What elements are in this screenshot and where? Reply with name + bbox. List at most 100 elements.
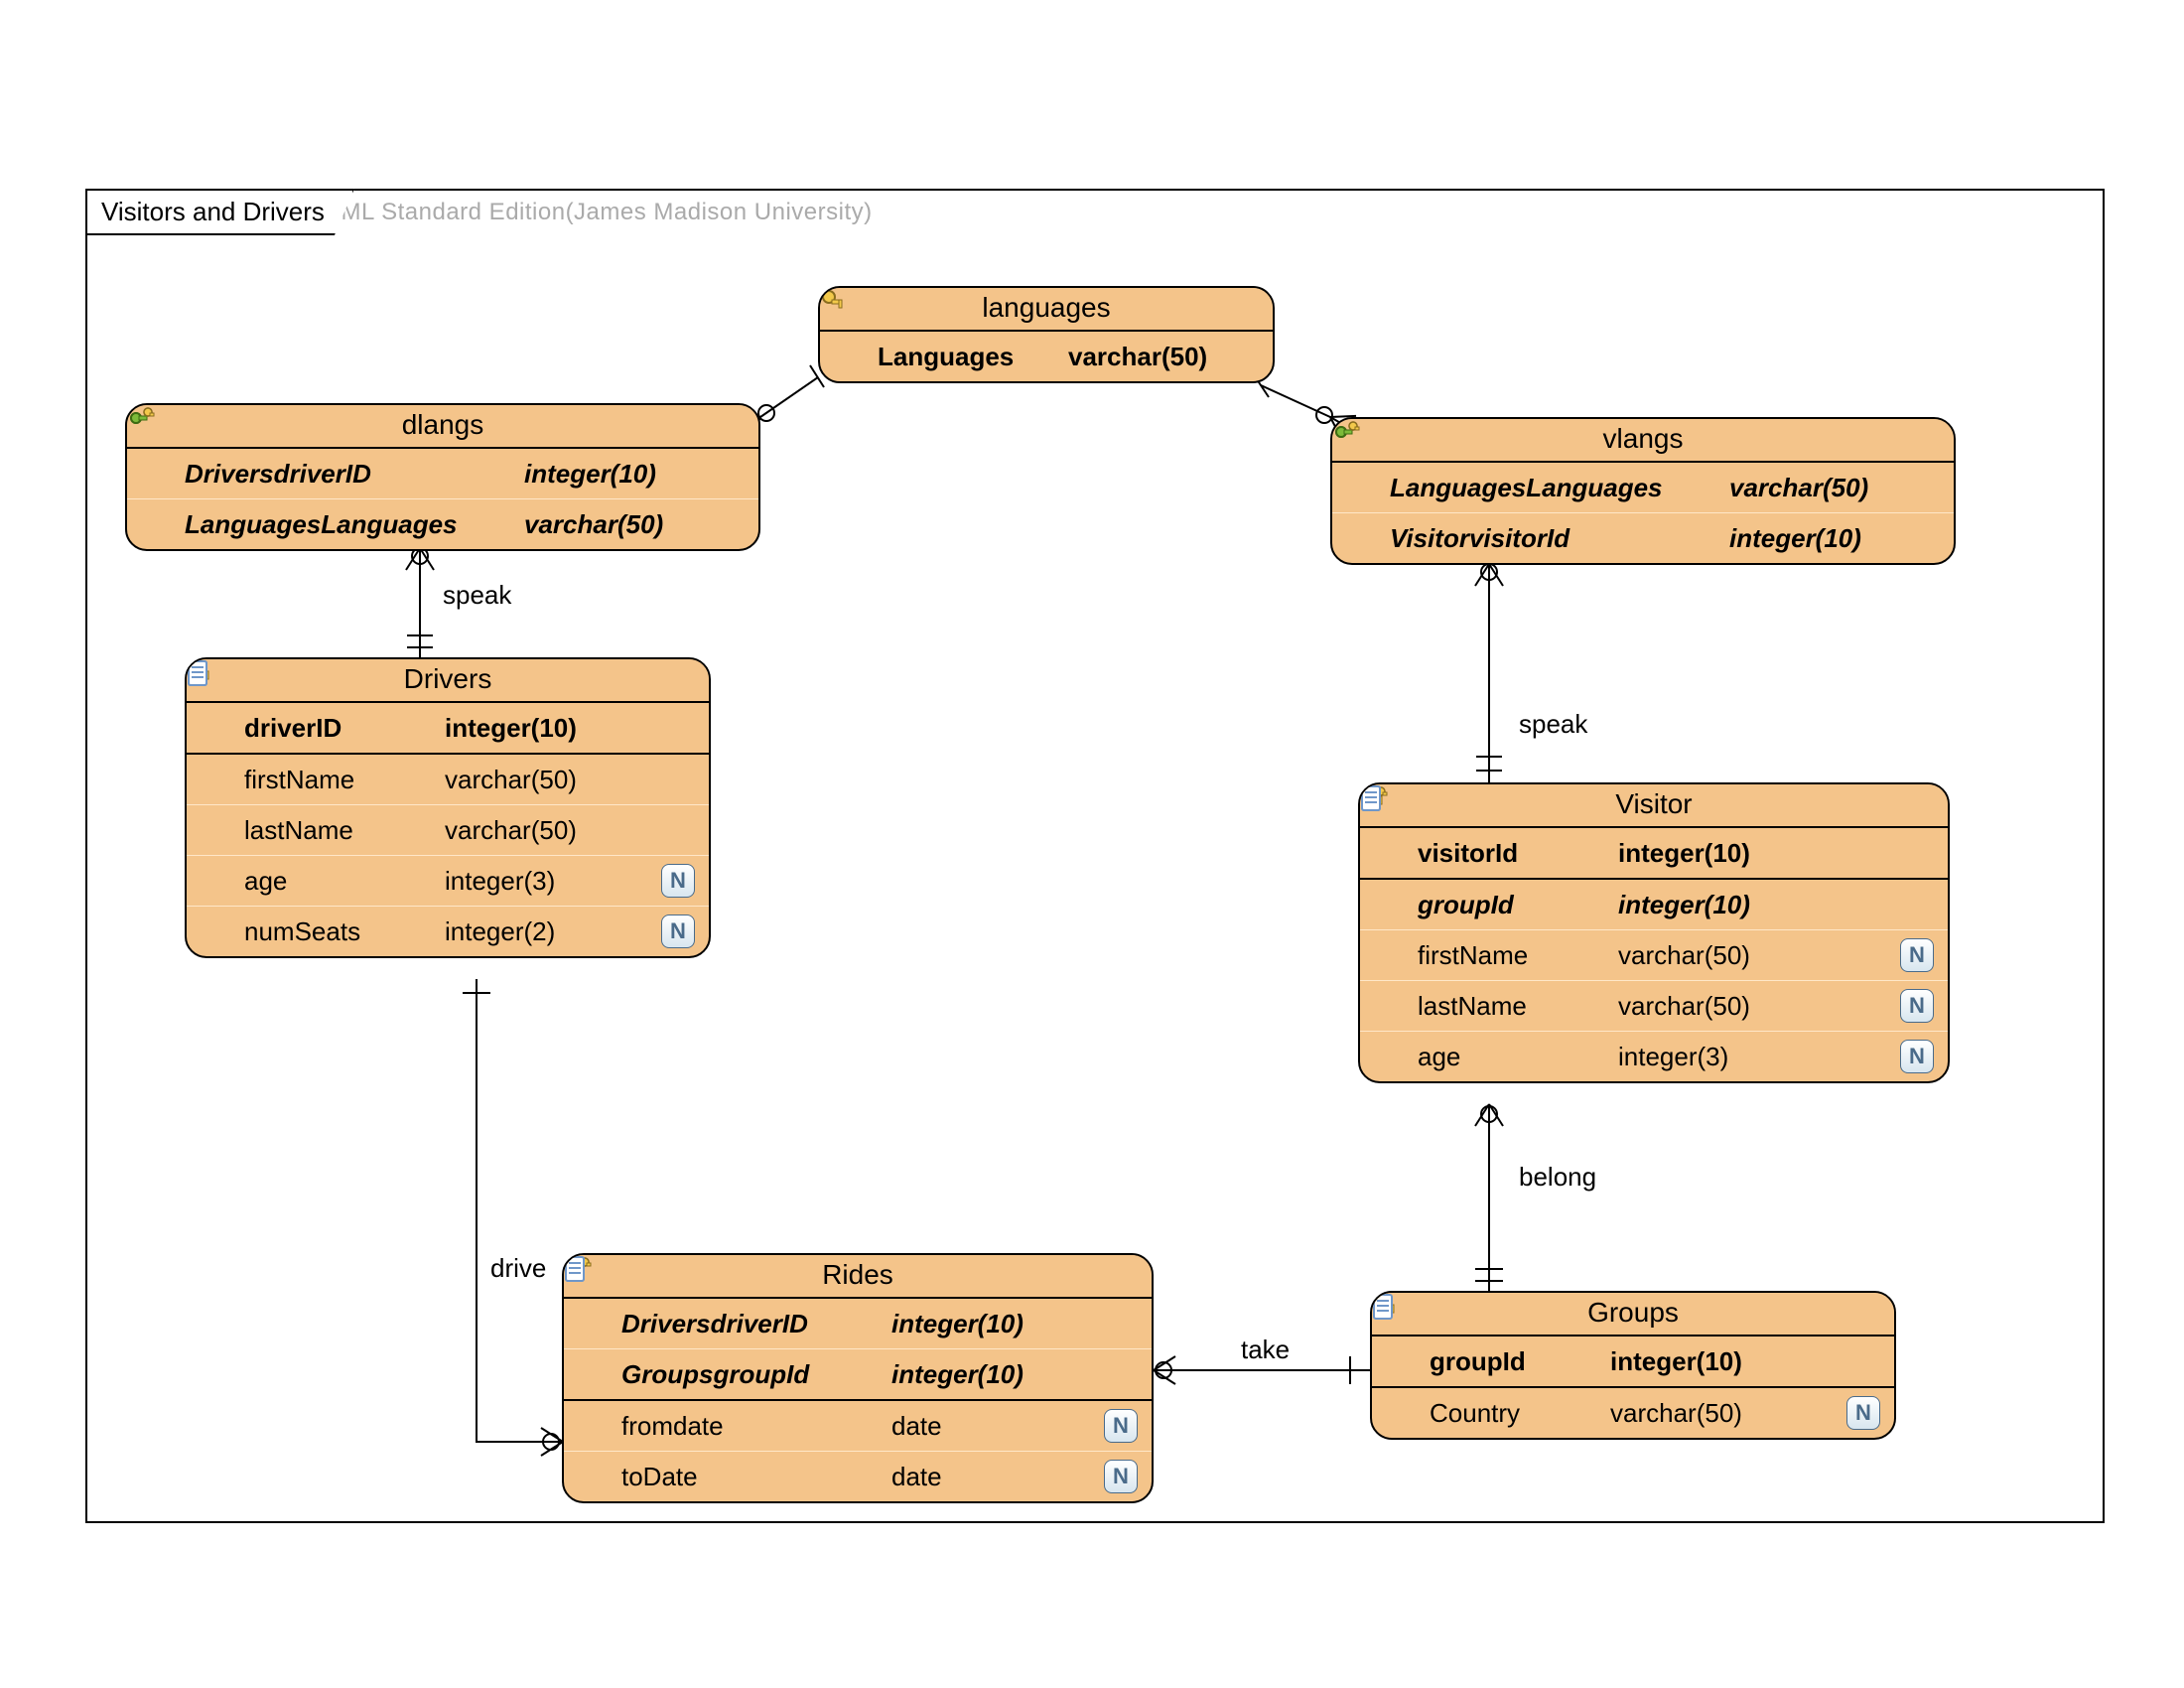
- entity-title: Rides: [564, 1255, 1152, 1299]
- attribute-name: LanguagesLanguages: [185, 509, 512, 540]
- attribute-row: lastName varchar(50): [187, 804, 709, 855]
- attribute-type: varchar(50): [445, 765, 643, 795]
- entity-visitor[interactable]: Visitor visitorId integer(10) groupId inte…: [1358, 782, 1950, 1083]
- attribute-row: fromdatedateN: [564, 1399, 1152, 1451]
- attribute-type: varchar(50): [524, 509, 723, 540]
- attribute-row: driverIDinteger(10): [187, 703, 709, 753]
- attribute-row: Countryvarchar(50)N: [1372, 1386, 1894, 1438]
- attribute-name: DriversdriverID: [621, 1309, 880, 1339]
- nullable-badge: N: [1846, 1396, 1880, 1430]
- attribute-type: varchar(50): [445, 815, 643, 846]
- attribute-type: date: [891, 1411, 1080, 1442]
- attribute-name: age: [244, 866, 433, 897]
- attribute-row: toDate date N: [564, 1451, 1152, 1501]
- attribute-row: firstNamevarchar(50)N: [1360, 929, 1948, 980]
- nullable-badge: N: [661, 864, 695, 898]
- entity-title: Visitor: [1360, 784, 1948, 828]
- attribute-name: GroupsgroupId: [621, 1359, 880, 1390]
- attribute-type: integer(10): [1618, 838, 1827, 869]
- attribute-type: integer(10): [891, 1309, 1080, 1339]
- attribute-type: varchar(50): [1068, 342, 1267, 372]
- relation-label-speak: speak: [443, 580, 511, 611]
- attribute-type: integer(3): [1618, 1042, 1827, 1072]
- erd-page: Visual Paradigm for UML Standard Edition…: [0, 0, 2184, 1688]
- attribute-type: integer(10): [1618, 890, 1827, 920]
- entity-groups[interactable]: Groups groupIdinteger(10) Countryvarchar…: [1370, 1291, 1896, 1440]
- attribute-row: DriversdriverID integer(10): [564, 1299, 1152, 1348]
- nullable-badge: N: [661, 914, 695, 948]
- attribute-type: integer(10): [1729, 523, 1928, 554]
- entity-rides[interactable]: Rides DriversdriverID integer(10) Groupsg…: [562, 1253, 1154, 1503]
- entity-vlangs[interactable]: vlangs LanguagesLanguages varchar(50) Vis…: [1330, 417, 1956, 565]
- attribute-name: Languages: [878, 342, 1056, 372]
- column-icon: [199, 916, 228, 946]
- diagram-frame-title: Visitors and Drivers: [85, 189, 354, 235]
- attribute-name: firstName: [1418, 940, 1606, 971]
- attribute-type: integer(10): [891, 1359, 1080, 1390]
- entity-title: dlangs: [127, 405, 758, 449]
- primary-key-icon: [832, 342, 862, 371]
- entity-title: Drivers: [187, 659, 709, 703]
- entity-dlangs[interactable]: dlangs DriversdriverID integer(10) Langua…: [125, 403, 760, 551]
- column-icon: [1384, 1398, 1414, 1428]
- primary-key-icon: [1372, 838, 1402, 868]
- attribute-name: groupId: [1418, 890, 1606, 920]
- attribute-name: LanguagesLanguages: [1390, 473, 1717, 503]
- foreign-key-icon: [1372, 890, 1402, 919]
- attribute-name: DriversdriverID: [185, 459, 512, 490]
- attribute-row: age integer(3) N: [187, 855, 709, 906]
- relation-label-speak: speak: [1519, 709, 1587, 740]
- attribute-name: VisitorvisitorId: [1390, 523, 1717, 554]
- relation-label-take: take: [1241, 1335, 1290, 1365]
- attribute-type: integer(10): [445, 713, 643, 744]
- column-icon: [1372, 1042, 1402, 1071]
- attribute-type: varchar(50): [1729, 473, 1928, 503]
- attribute-row: groupId integer(10): [1360, 878, 1948, 929]
- foreign-key-icon: [139, 459, 169, 489]
- attribute-row: visitorId integer(10): [1360, 828, 1948, 878]
- relation-label-belong: belong: [1519, 1162, 1596, 1193]
- nullable-badge: N: [1104, 1460, 1138, 1493]
- column-icon: [576, 1462, 606, 1491]
- foreign-key-icon: [576, 1309, 606, 1338]
- attribute-name: age: [1418, 1042, 1606, 1072]
- attribute-type: integer(10): [524, 459, 723, 490]
- attribute-row: numSeats integer(2) N: [187, 906, 709, 956]
- entity-title: languages: [820, 288, 1273, 332]
- attribute-row: LanguagesLanguages varchar(50): [127, 498, 758, 549]
- entity-title: vlangs: [1332, 419, 1954, 463]
- attribute-row: groupIdinteger(10): [1372, 1336, 1894, 1386]
- entity-drivers[interactable]: Drivers driverIDinteger(10) firstName var…: [185, 657, 711, 958]
- primary-key-icon: [1384, 1346, 1414, 1376]
- attribute-name: numSeats: [244, 916, 433, 947]
- attribute-name: fromdate: [621, 1411, 880, 1442]
- attribute-name: firstName: [244, 765, 433, 795]
- attribute-type: date: [891, 1462, 1080, 1492]
- foreign-key-icon: [576, 1359, 606, 1389]
- attribute-row: lastNamevarchar(50)N: [1360, 980, 1948, 1031]
- foreign-key-icon: [139, 509, 169, 539]
- attribute-row: DriversdriverID integer(10): [127, 449, 758, 498]
- attribute-type: integer(3): [445, 866, 643, 897]
- attribute-name: toDate: [621, 1462, 880, 1492]
- attribute-name: Country: [1430, 1398, 1598, 1429]
- column-icon: [199, 765, 228, 794]
- attribute-type: integer(10): [1610, 1346, 1819, 1377]
- attribute-row: Languages varchar(50): [820, 332, 1273, 381]
- column-icon: [1372, 940, 1402, 970]
- primary-key-icon: [199, 713, 228, 743]
- attribute-name: lastName: [1418, 991, 1606, 1022]
- attribute-row: VisitorvisitorId integer(10): [1332, 512, 1954, 563]
- nullable-badge: N: [1900, 938, 1934, 972]
- attribute-name: visitorId: [1418, 838, 1606, 869]
- relation-label-drive: drive: [490, 1253, 546, 1284]
- attribute-name: lastName: [244, 815, 433, 846]
- entity-languages[interactable]: languages Languages varchar(50): [818, 286, 1275, 383]
- foreign-key-icon: [1344, 473, 1374, 502]
- entity-title: Groups: [1372, 1293, 1894, 1336]
- column-icon: [1372, 991, 1402, 1021]
- attribute-row: LanguagesLanguages varchar(50): [1332, 463, 1954, 512]
- nullable-badge: N: [1900, 989, 1934, 1023]
- attribute-row: firstName varchar(50): [187, 753, 709, 804]
- attribute-type: integer(2): [445, 916, 643, 947]
